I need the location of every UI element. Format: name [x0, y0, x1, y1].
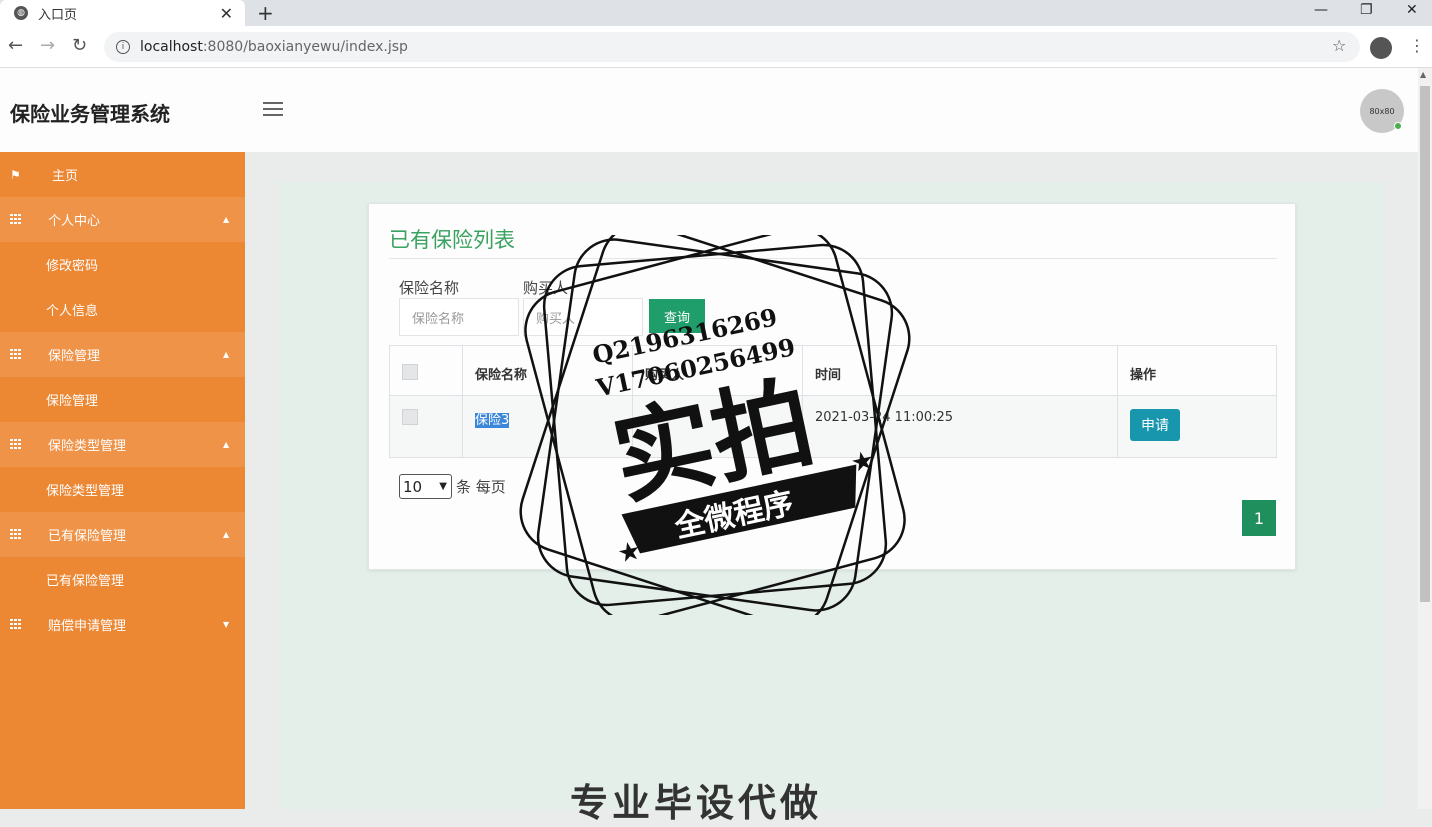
scroll-up-icon[interactable]: ▲	[1420, 70, 1426, 79]
page-1-button[interactable]: 1	[1242, 500, 1276, 536]
sidebar-item-label: 赔偿申请管理	[48, 619, 127, 634]
forward-icon[interactable]: →	[40, 35, 55, 56]
bottom-watermark-text: 专业毕设代做	[570, 781, 823, 825]
page-size-select[interactable]: 10 ▼	[399, 474, 452, 499]
sidebar-item-insurance-mgmt[interactable]: 保险管理 ▲	[0, 332, 245, 377]
close-window-icon[interactable]: ✕	[1406, 2, 1418, 18]
sidebar-item-label: 修改密码	[46, 259, 99, 274]
caret-up-icon: ▲	[223, 440, 230, 449]
sidebar-item-label: 保险类型管理	[46, 484, 125, 499]
browser-tab[interactable]: ◍ 入口页 ✕	[0, 0, 245, 26]
sidebar-item-insurance-type-mgmt-sub[interactable]: 保险类型管理	[0, 467, 245, 512]
sidebar-item-home[interactable]: ⚑ 主页	[0, 152, 245, 197]
close-tab-icon[interactable]: ✕	[220, 4, 233, 23]
browser-tab-bar: ◍ 入口页 ✕ + — ❐ ✕	[0, 0, 1432, 26]
sidebar-item-label: 保险管理	[48, 349, 101, 364]
sidebar-item-claims-mgmt[interactable]: 赔偿申请管理 ▼	[0, 602, 245, 647]
sidebar-item-label: 保险管理	[46, 394, 99, 409]
sidebar-item-label: 个人信息	[46, 304, 99, 319]
sidebar-item-insurance-type-mgmt[interactable]: 保险类型管理 ▲	[0, 422, 245, 467]
grid-icon	[10, 528, 22, 542]
insurance-name-input[interactable]: 保险名称	[399, 298, 519, 336]
scrollbar-thumb[interactable]	[1420, 86, 1430, 602]
url-path: :8080/baoxianyewu/index.jsp	[202, 39, 408, 55]
minimize-icon[interactable]: —	[1314, 2, 1328, 18]
address-bar: ← → ↻ i localhost:8080/baoxianyewu/index…	[0, 26, 1432, 68]
sidebar-item-label: 已有保险管理	[48, 529, 127, 544]
sidebar-item-label: 个人中心	[48, 214, 101, 229]
select-all-checkbox[interactable]	[402, 364, 418, 380]
watermark-stamp: Q2196316269 V17060256499 实拍 全微程序 ★ ★	[519, 235, 911, 615]
header-action: 操作	[1117, 345, 1277, 396]
sidebar-item-personal-center[interactable]: 个人中心 ▲	[0, 197, 245, 242]
grid-icon	[10, 213, 22, 227]
sidebar-item-label: 保险类型管理	[48, 439, 127, 454]
caret-down-icon: ▼	[223, 620, 230, 629]
new-tab-icon[interactable]: +	[257, 1, 274, 25]
back-icon[interactable]: ←	[8, 35, 23, 56]
reload-icon[interactable]: ↻	[72, 35, 87, 56]
url-host: localhost	[140, 39, 203, 55]
url-field[interactable]: i localhost:8080/baoxianyewu/index.jsp	[104, 32, 1360, 62]
hamburger-menu-icon[interactable]	[263, 102, 283, 116]
online-status-dot	[1394, 122, 1402, 130]
grid-icon	[10, 618, 22, 632]
caret-up-icon: ▲	[223, 530, 230, 539]
sidebar-item-owned-insurance-mgmt[interactable]: 已有保险管理 ▲	[0, 512, 245, 557]
apply-button[interactable]: 申请	[1130, 409, 1180, 441]
cell-action: 申请	[1117, 395, 1277, 458]
header-checkbox-cell	[389, 345, 463, 396]
info-icon[interactable]: i	[116, 40, 130, 54]
caret-up-icon: ▲	[223, 215, 230, 224]
restore-icon[interactable]: ❐	[1360, 2, 1373, 18]
filter-label-name: 保险名称	[399, 279, 460, 297]
grid-icon	[10, 348, 22, 362]
brand-title: 保险业务管理系统	[10, 102, 170, 126]
flag-icon: ⚑	[10, 167, 21, 182]
app-header: 保险业务管理系统 80x80	[0, 68, 1418, 152]
sidebar-item-owned-insurance-mgmt-sub[interactable]: 已有保险管理	[0, 557, 245, 602]
row-checkbox-cell	[389, 395, 463, 458]
profile-icon[interactable]	[1370, 37, 1392, 59]
sidebar-item-personal-info[interactable]: 个人信息	[0, 287, 245, 332]
sidebar-item-change-password[interactable]: 修改密码	[0, 242, 245, 287]
menu-kebab-icon[interactable]: ⋮	[1409, 36, 1425, 55]
tab-title: 入口页	[38, 7, 78, 23]
caret-up-icon: ▲	[223, 350, 230, 359]
sidebar-item-label: 主页	[52, 169, 79, 184]
globe-icon: ◍	[14, 6, 28, 20]
chevron-down-icon: ▼	[439, 481, 447, 492]
sidebar-item-insurance-mgmt-sub[interactable]: 保险管理	[0, 377, 245, 422]
card-title: 已有保险列表	[389, 228, 515, 252]
bookmark-star-icon[interactable]: ☆	[1332, 36, 1346, 55]
page-size-suffix: 条 每页	[456, 478, 506, 496]
grid-icon	[10, 438, 22, 452]
page-size-value: 10	[403, 477, 423, 496]
sidebar: ⚑ 主页 个人中心 ▲ 修改密码 个人信息 保险管理 ▲ 保险管理 保险类型管理…	[0, 152, 245, 809]
sidebar-item-label: 已有保险管理	[46, 574, 125, 589]
row-checkbox[interactable]	[402, 409, 418, 425]
insurance-name-text: 保险3	[475, 413, 510, 428]
